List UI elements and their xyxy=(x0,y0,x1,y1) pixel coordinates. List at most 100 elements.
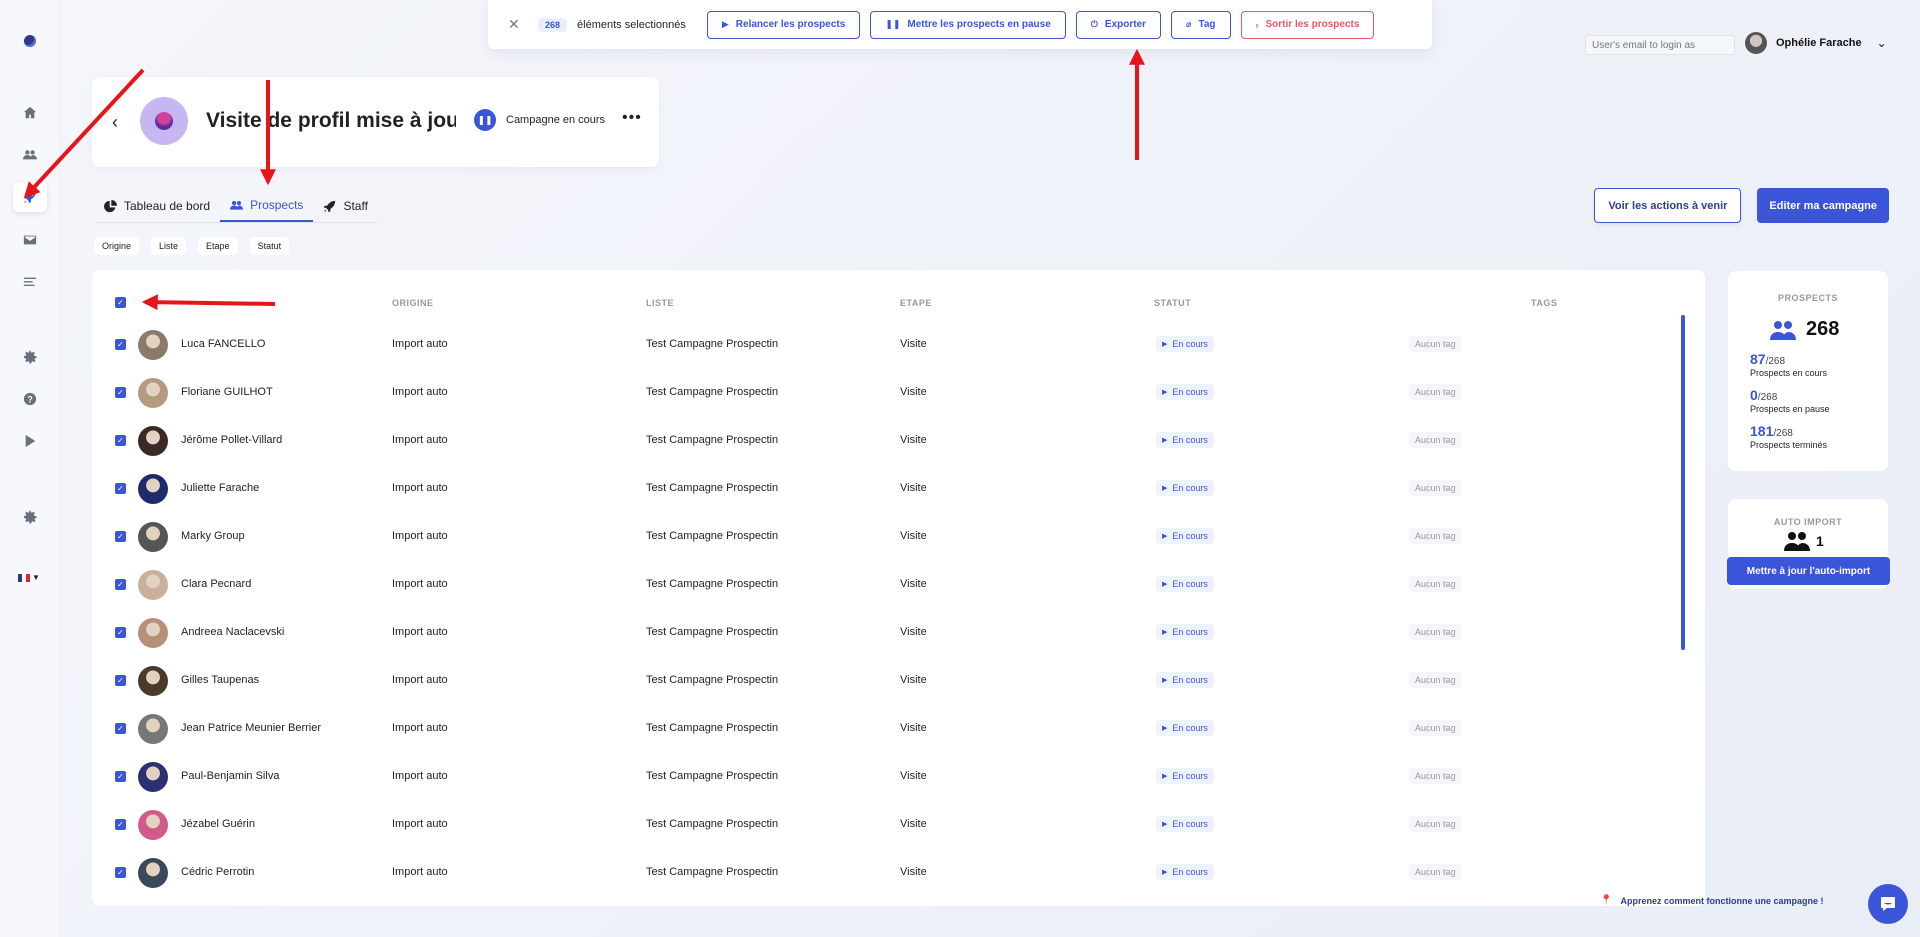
row-checkbox[interactable]: ✓ xyxy=(115,579,126,590)
row-checkbox[interactable]: ✓ xyxy=(115,435,126,446)
row-checkbox[interactable]: ✓ xyxy=(115,483,126,494)
settings-icon[interactable] xyxy=(13,502,47,532)
stats-total: 268 xyxy=(1770,318,1839,341)
play-icon[interactable] xyxy=(13,426,47,456)
status-badge: ▶ En cours xyxy=(1156,528,1214,544)
tag-badge: Aucun tag xyxy=(1409,816,1462,832)
filter-status[interactable]: Statut xyxy=(249,237,290,255)
auto-import-title: AUTO IMPORT xyxy=(1773,517,1843,527)
more-options-icon[interactable]: ••• xyxy=(622,109,642,127)
table-row[interactable]: ✓ Clara Pecnard Import auto Test Campagne P… xyxy=(92,561,1705,609)
campaign-status-text: Campagne en cours xyxy=(506,114,606,126)
users-icon[interactable] xyxy=(13,140,47,170)
prospect-origin: Import auto xyxy=(392,626,448,638)
prospect-name[interactable]: Cédric Perrotin xyxy=(181,866,254,878)
prospect-name[interactable]: Andreea Naclacevski xyxy=(181,626,284,638)
prospect-name[interactable]: Marky Group xyxy=(181,530,245,542)
row-checkbox[interactable]: ✓ xyxy=(115,675,126,686)
table-row[interactable]: ✓ Luca FANCELLO Import auto Test Campagne P… xyxy=(92,321,1705,369)
row-checkbox[interactable]: ✓ xyxy=(115,627,126,638)
column-tags[interactable]: TAGS xyxy=(1531,298,1557,308)
row-checkbox[interactable]: ✓ xyxy=(115,387,126,398)
table-row[interactable]: ✓ Andreea Naclacevski Import auto Test Camp… xyxy=(92,609,1705,657)
prospect-origin: Import auto xyxy=(392,578,448,590)
chevron-down-icon: ⌄ xyxy=(1876,36,1887,50)
status-badge-text: En cours xyxy=(1172,339,1208,349)
app-logo[interactable] xyxy=(23,35,36,47)
table-row[interactable]: ✓ Jean Patrice Meunier Berrier Import auto… xyxy=(92,705,1705,753)
home-icon[interactable] xyxy=(13,98,47,128)
learn-campaign-link[interactable]: 📍 Apprenez comment fonctionne une campag… xyxy=(1600,895,1823,906)
tab-prospects[interactable]: Prospects xyxy=(220,190,314,222)
close-icon[interactable]: ✕ xyxy=(508,16,522,33)
prospect-name[interactable]: Floriane GUILHOT xyxy=(181,386,273,398)
prospect-name[interactable]: Juliette Farache xyxy=(181,482,259,494)
export-button[interactable]: ⏻ Exporter xyxy=(1075,10,1162,39)
column-list[interactable]: LISTE xyxy=(646,298,674,308)
edit-campaign-button[interactable]: Editer ma campagne xyxy=(1757,188,1889,223)
table-row[interactable]: ✓ Jézabel Guérin Import auto Test Campagne … xyxy=(92,801,1705,849)
prospect-name[interactable]: Jean Patrice Meunier Berrier xyxy=(181,722,321,734)
filter-step[interactable]: Etape xyxy=(198,237,238,255)
table-row[interactable]: ✓ Floriane GUILHOT Import auto Test Campagn… xyxy=(92,369,1705,417)
row-checkbox[interactable]: ✓ xyxy=(115,771,126,782)
prospect-name[interactable]: Luca FANCELLO xyxy=(181,338,265,350)
row-checkbox[interactable]: ✓ xyxy=(115,339,126,350)
status-badge: ▶ En cours xyxy=(1156,336,1214,352)
prospect-name[interactable]: Jérôme Pollet-Villard xyxy=(181,434,282,446)
resume-prospects-button[interactable]: ▶ Relancer les prospects xyxy=(706,10,861,39)
campaign-status[interactable]: ❚❚ Campagne en cours xyxy=(474,109,605,131)
prospect-origin: Import auto xyxy=(392,818,448,830)
help-icon[interactable]: ? xyxy=(13,384,47,414)
pause-prospects-button[interactable]: ❚❚ Mettre les prospects en pause xyxy=(870,10,1066,39)
scrollbar[interactable] xyxy=(1681,315,1685,650)
row-checkbox[interactable]: ✓ xyxy=(115,867,126,878)
status-badge: ▶ En cours xyxy=(1156,672,1214,688)
auto-import-count: 1 xyxy=(1784,530,1824,552)
prospect-name[interactable]: Paul-Benjamin Silva xyxy=(181,770,279,782)
stat-paused-label: Prospects en pause xyxy=(1750,404,1830,414)
avatar xyxy=(1745,32,1767,54)
row-checkbox[interactable]: ✓ xyxy=(115,723,126,734)
play-icon: ▶ xyxy=(1162,725,1168,732)
prospect-name[interactable]: Jézabel Guérin xyxy=(181,818,255,830)
avatar xyxy=(138,858,168,888)
row-checkbox[interactable]: ✓ xyxy=(115,819,126,830)
update-auto-import-button[interactable]: Mettre à jour l'auto-import xyxy=(1727,557,1890,585)
language-selector[interactable]: ▼ xyxy=(18,573,40,582)
tab-dashboard[interactable]: Tableau de bord xyxy=(94,190,220,222)
prospect-name[interactable]: Gilles Taupenas xyxy=(181,674,259,686)
prospect-origin: Import auto xyxy=(392,386,448,398)
table-row[interactable]: ✓ Cédric Perrotin Import auto Test Campagne… xyxy=(92,849,1705,897)
column-status[interactable]: STATUT xyxy=(1154,298,1191,308)
remove-prospects-button[interactable]: › Sortir les prospects xyxy=(1240,10,1375,39)
tag-button[interactable]: ⌀ Tag xyxy=(1171,10,1231,39)
column-origin[interactable]: ORIGINE xyxy=(392,298,434,308)
mail-icon[interactable] xyxy=(13,225,47,255)
status-badge-text: En cours xyxy=(1172,579,1208,589)
prospect-name[interactable]: Clara Pecnard xyxy=(181,578,251,590)
filter-list[interactable]: Liste xyxy=(151,237,187,255)
users-icon xyxy=(1770,320,1796,340)
row-checkbox[interactable]: ✓ xyxy=(115,531,126,542)
gear-icon[interactable] xyxy=(13,342,47,372)
column-step[interactable]: ETAPE xyxy=(900,298,932,308)
filter-origin[interactable]: Origine xyxy=(94,237,140,255)
upcoming-actions-button[interactable]: Voir les actions à venir xyxy=(1594,188,1742,223)
rocket-icon[interactable] xyxy=(13,182,47,212)
login-as-input[interactable] xyxy=(1585,35,1735,55)
pie-chart-icon xyxy=(104,199,117,212)
user-menu[interactable]: Ophélie Farache ⌄ xyxy=(1745,32,1887,54)
filters-icon[interactable] xyxy=(13,267,47,297)
chat-button[interactable] xyxy=(1868,884,1908,924)
back-arrow-icon[interactable]: ‹ xyxy=(112,112,118,133)
table-row[interactable]: ✓ Paul-Benjamin Silva Import auto Test Camp… xyxy=(92,753,1705,801)
table-row[interactable]: ✓ Jérôme Pollet-Villard Import auto Test Ca… xyxy=(92,417,1705,465)
table-row[interactable]: ✓ Juliette Farache Import auto Test Campagn… xyxy=(92,465,1705,513)
stats-total-value: 268 xyxy=(1806,318,1840,340)
play-icon: ▶ xyxy=(1162,485,1168,492)
pause-icon[interactable]: ❚❚ xyxy=(474,109,496,131)
table-row[interactable]: ✓ Marky Group Import auto Test Campagne Pro… xyxy=(92,513,1705,561)
table-row[interactable]: ✓ Gilles Taupenas Import auto Test Campagne… xyxy=(92,657,1705,705)
tab-staff[interactable]: Staff xyxy=(313,190,377,222)
